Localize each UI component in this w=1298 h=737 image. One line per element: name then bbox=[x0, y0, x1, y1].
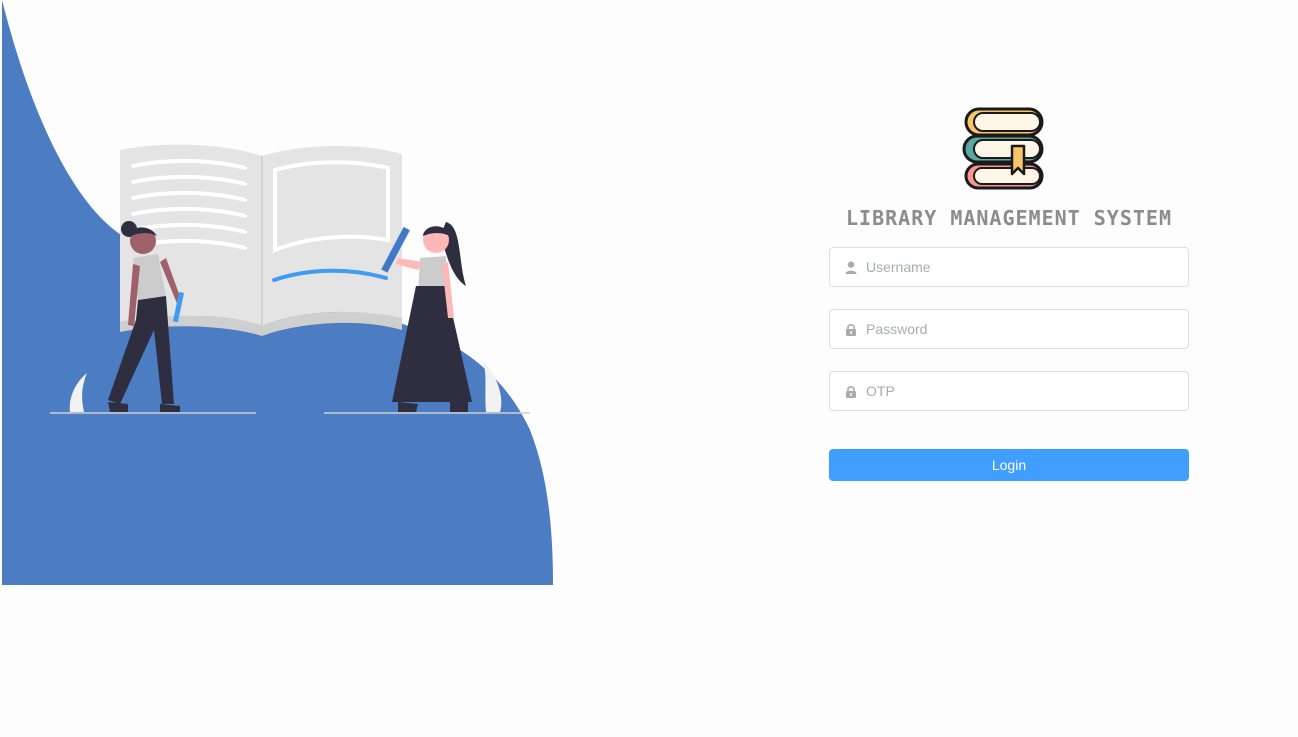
lock-icon bbox=[846, 324, 856, 336]
stack-of-books-icon bbox=[962, 107, 1044, 190]
hero-illustration bbox=[2, 0, 553, 585]
user-icon bbox=[845, 261, 857, 274]
username-input[interactable] bbox=[866, 248, 1182, 286]
username-field[interactable] bbox=[829, 247, 1189, 287]
login-button[interactable]: Login bbox=[829, 449, 1189, 481]
otp-field[interactable] bbox=[829, 371, 1189, 411]
password-field[interactable] bbox=[829, 309, 1189, 349]
password-input[interactable] bbox=[866, 310, 1182, 348]
lock-icon bbox=[846, 386, 856, 398]
app-title: LIBRARY MANAGEMENT SYSTEM bbox=[845, 206, 1173, 230]
otp-input[interactable] bbox=[866, 372, 1182, 410]
